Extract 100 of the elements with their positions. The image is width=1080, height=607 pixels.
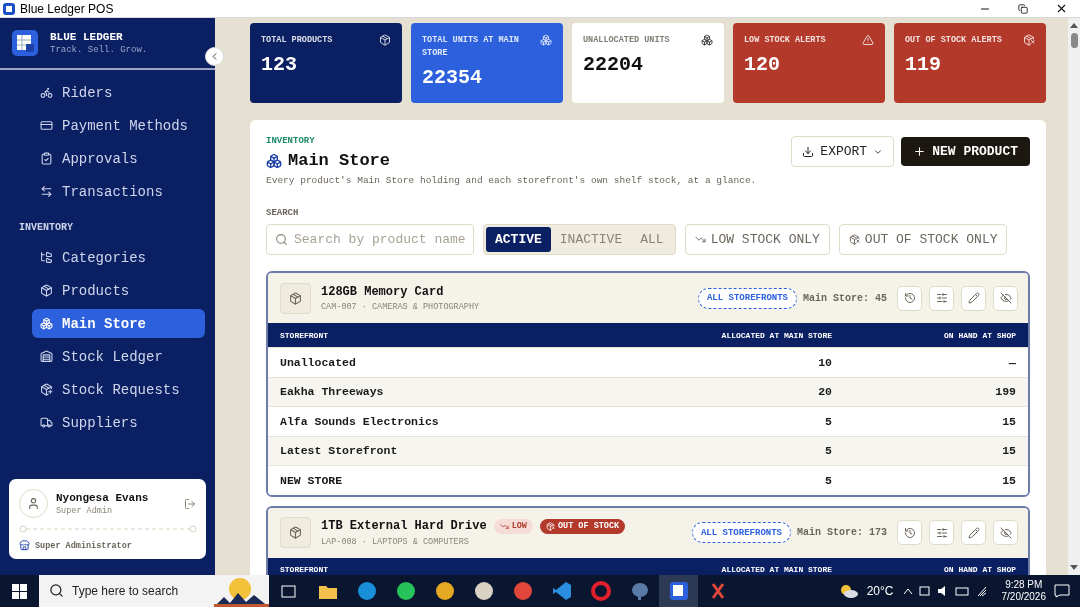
adjust-button[interactable] [929,520,954,545]
slashed-eye-icon [999,292,1012,304]
box-plus-icon [40,383,53,396]
warning-icon [862,34,874,46]
scrollbar[interactable] [1068,18,1080,575]
windows-icon [12,583,27,599]
stacked-boxes-icon [40,317,53,330]
table-cell-text: 5 [824,444,832,458]
export-button[interactable]: EXPORT [791,136,895,167]
user-name: Nyongesa Evans [56,491,150,504]
sliders-icon [935,526,948,539]
product-meta: LAP-008 · LAPTOPS & COMPUTERS [321,536,470,547]
scroll-down-icon[interactable] [1070,565,1078,571]
user-role: Super Admin [56,505,114,516]
table-cell-text: Latest Storefront [280,444,399,458]
nav-item[interactable]: Categories [32,243,205,272]
weather-icon [838,583,859,599]
history-button[interactable] [897,520,922,545]
storefront-scope-button[interactable]: ALL STOREFRONTS [691,522,791,543]
download-icon [802,145,815,158]
table-cell-text: 199 [994,385,1016,399]
stat-value: 22204 [583,53,644,76]
history-button[interactable] [897,285,922,311]
product-name: 128GB Memory Card [321,284,444,299]
store-icon [19,540,30,551]
clock-date: 7/20/2026 [1001,591,1046,603]
stacked-boxes-icon [540,34,552,46]
brand-tagline: Track. Sell. Grow. [50,45,148,55]
ring-icon[interactable] [590,581,611,601]
nav-item[interactable]: Riders [32,78,205,107]
table-cell-text: Unallocated [280,355,357,369]
pencil-icon [967,292,980,304]
main-store-count: Main Store: 173 [797,527,887,538]
column-header: STOREFRONT [280,330,329,340]
section-heading: INVENTORY [19,222,74,233]
box-x-icon [1023,34,1035,46]
scroll-thumb[interactable] [1070,33,1078,48]
nav-item[interactable]: Approvals [32,144,205,173]
column-header: ON HAND AT SHOP [943,565,1016,574]
folder-icon[interactable] [318,583,337,599]
edit-button[interactable] [961,285,986,311]
scroll-up-icon[interactable] [1070,22,1078,28]
app-logo-icon[interactable] [669,582,688,600]
filter-toggle[interactable]: OUT OF STOCK ONLY [838,224,1008,255]
warehouse-icon [40,350,53,363]
table-cell-text: 15 [1001,473,1016,487]
nav-item[interactable]: Transactions [32,177,205,206]
filter-toggle[interactable]: LOW STOCK ONLY [684,224,830,255]
stat-value: 120 [744,53,781,76]
column-header: STOREFRONT [280,565,329,574]
logout-icon[interactable] [184,497,196,510]
table-cell-text: Alfa Sounds Electronics [280,414,440,428]
taskbar-search-field[interactable]: Type here to search [39,575,214,607]
table-cell-text: Eakha Threeways [280,385,385,399]
search-field[interactable]: Search by product name [266,224,474,255]
history-icon [903,292,916,304]
eyebrow-label: INVENTORY [266,136,316,146]
nav-item[interactable]: Stock Requests [32,375,205,404]
nav-item[interactable]: Stock Ledger [32,342,205,371]
column-header: ALLOCATED AT MAIN STORE [720,565,832,574]
stat-label: TOTAL UNITS AT MAIN STORE [422,34,520,60]
new-product-button[interactable]: NEW PRODUCT [901,137,1030,166]
table-cell-text: 20 [817,385,832,399]
status-tab[interactable]: ACTIVE [486,227,551,252]
stacked-boxes-icon [266,152,282,169]
temperature: 20°C [866,584,894,598]
nav-item[interactable]: Main Store [32,309,205,338]
stat-label: TOTAL PRODUCTS [261,34,334,47]
product-meta: CAM-007 · CAMERAS & PHOTOGRAPHY [321,301,481,312]
nav-item[interactable]: Suppliers [32,408,205,437]
page-title: Main Store [288,151,391,170]
table-cell-text: 5 [824,414,832,428]
nav-item[interactable]: Products [32,276,205,305]
column-header: ALLOCATED AT MAIN STORE [720,330,832,340]
table-cell-text: — [1008,355,1016,369]
main-store-count: Main Store: 45 [803,292,887,304]
tree-icon [40,251,53,264]
pencil-icon [967,526,980,539]
box-icon [379,34,391,46]
notification-icon[interactable] [1054,584,1070,598]
sliders-icon [935,292,948,304]
box-icon [40,284,53,297]
trend-down-icon [694,234,706,245]
edit-button[interactable] [961,520,986,545]
hide-button[interactable] [993,520,1018,545]
storefront-scope-button[interactable]: ALL STOREFRONTS [697,287,797,309]
hide-button[interactable] [993,285,1018,311]
user-scope: Super Administrator [35,540,132,551]
trend-down-icon [499,521,509,531]
adjust-button[interactable] [929,285,954,311]
nav-item[interactable]: Payment Methods [32,111,205,140]
table-cell-text: 5 [824,473,832,487]
logo-icon [12,30,38,56]
history-icon [903,526,916,539]
user-icon [27,497,40,510]
stat-value: 22354 [422,66,483,89]
search-label: SEARCH [266,208,300,218]
search-icon [275,233,288,246]
task-view-icon[interactable] [281,584,296,598]
table-cell-text: 10 [817,355,832,369]
